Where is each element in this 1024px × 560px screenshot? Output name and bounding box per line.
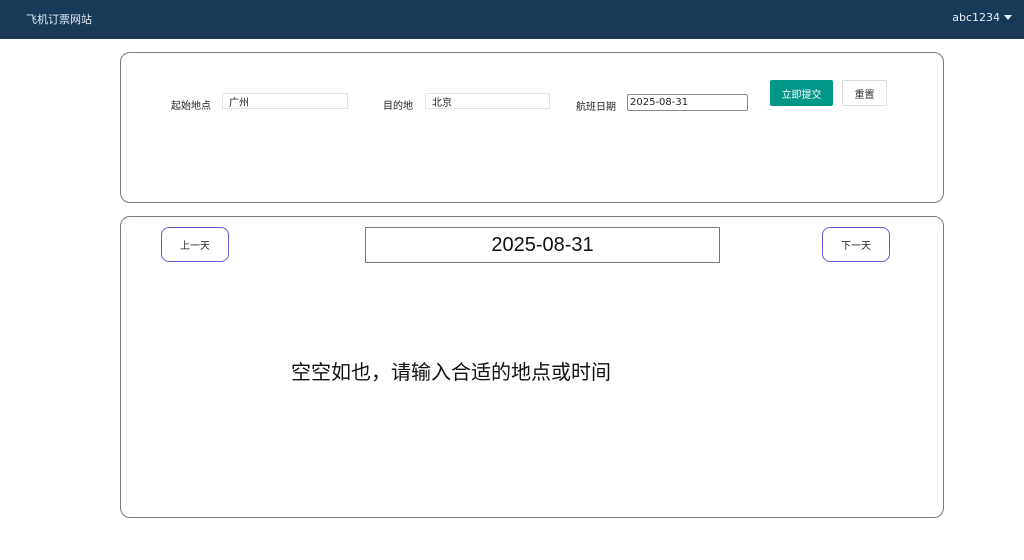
flight-date-input[interactable] [627, 94, 748, 111]
submit-button[interactable]: 立即提交 [770, 80, 833, 106]
previous-day-button[interactable]: 上一天 [161, 227, 229, 262]
caret-down-icon[interactable] [1004, 15, 1012, 20]
site-title[interactable]: 飞机订票网站 [26, 11, 92, 27]
results-panel: 上一天 2025-08-31 下一天 空空如也，请输入合适的地点或时间 [120, 216, 944, 518]
origin-label: 起始地点 [171, 101, 211, 112]
user-menu[interactable]: abc1234 [952, 11, 1012, 24]
destination-label: 目的地 [383, 101, 413, 112]
username[interactable]: abc1234 [952, 11, 1000, 24]
next-day-button[interactable]: 下一天 [822, 227, 890, 262]
search-form-panel: 起始地点 目的地 航班日期 立即提交 重置 [120, 52, 944, 203]
current-date-display: 2025-08-31 [365, 227, 720, 263]
origin-input[interactable] [222, 93, 348, 109]
destination-input[interactable] [425, 93, 550, 109]
reset-button[interactable]: 重置 [842, 80, 887, 106]
date-label: 航班日期 [576, 102, 616, 113]
empty-results-message: 空空如也，请输入合适的地点或时间 [291, 360, 611, 384]
top-navbar: 飞机订票网站 abc1234 [0, 0, 1024, 39]
